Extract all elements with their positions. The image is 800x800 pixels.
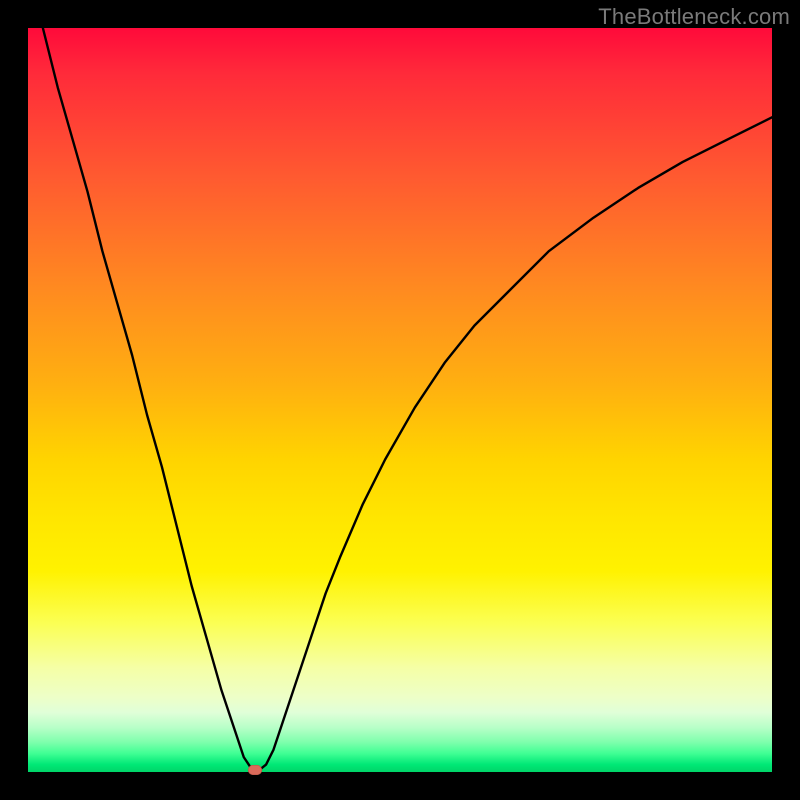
optimal-point-marker <box>248 765 262 775</box>
watermark-text: TheBottleneck.com <box>598 4 790 30</box>
chart-frame: TheBottleneck.com <box>0 0 800 800</box>
bottleneck-curve <box>43 28 772 771</box>
plot-area <box>28 28 772 772</box>
curve-layer <box>28 28 772 772</box>
